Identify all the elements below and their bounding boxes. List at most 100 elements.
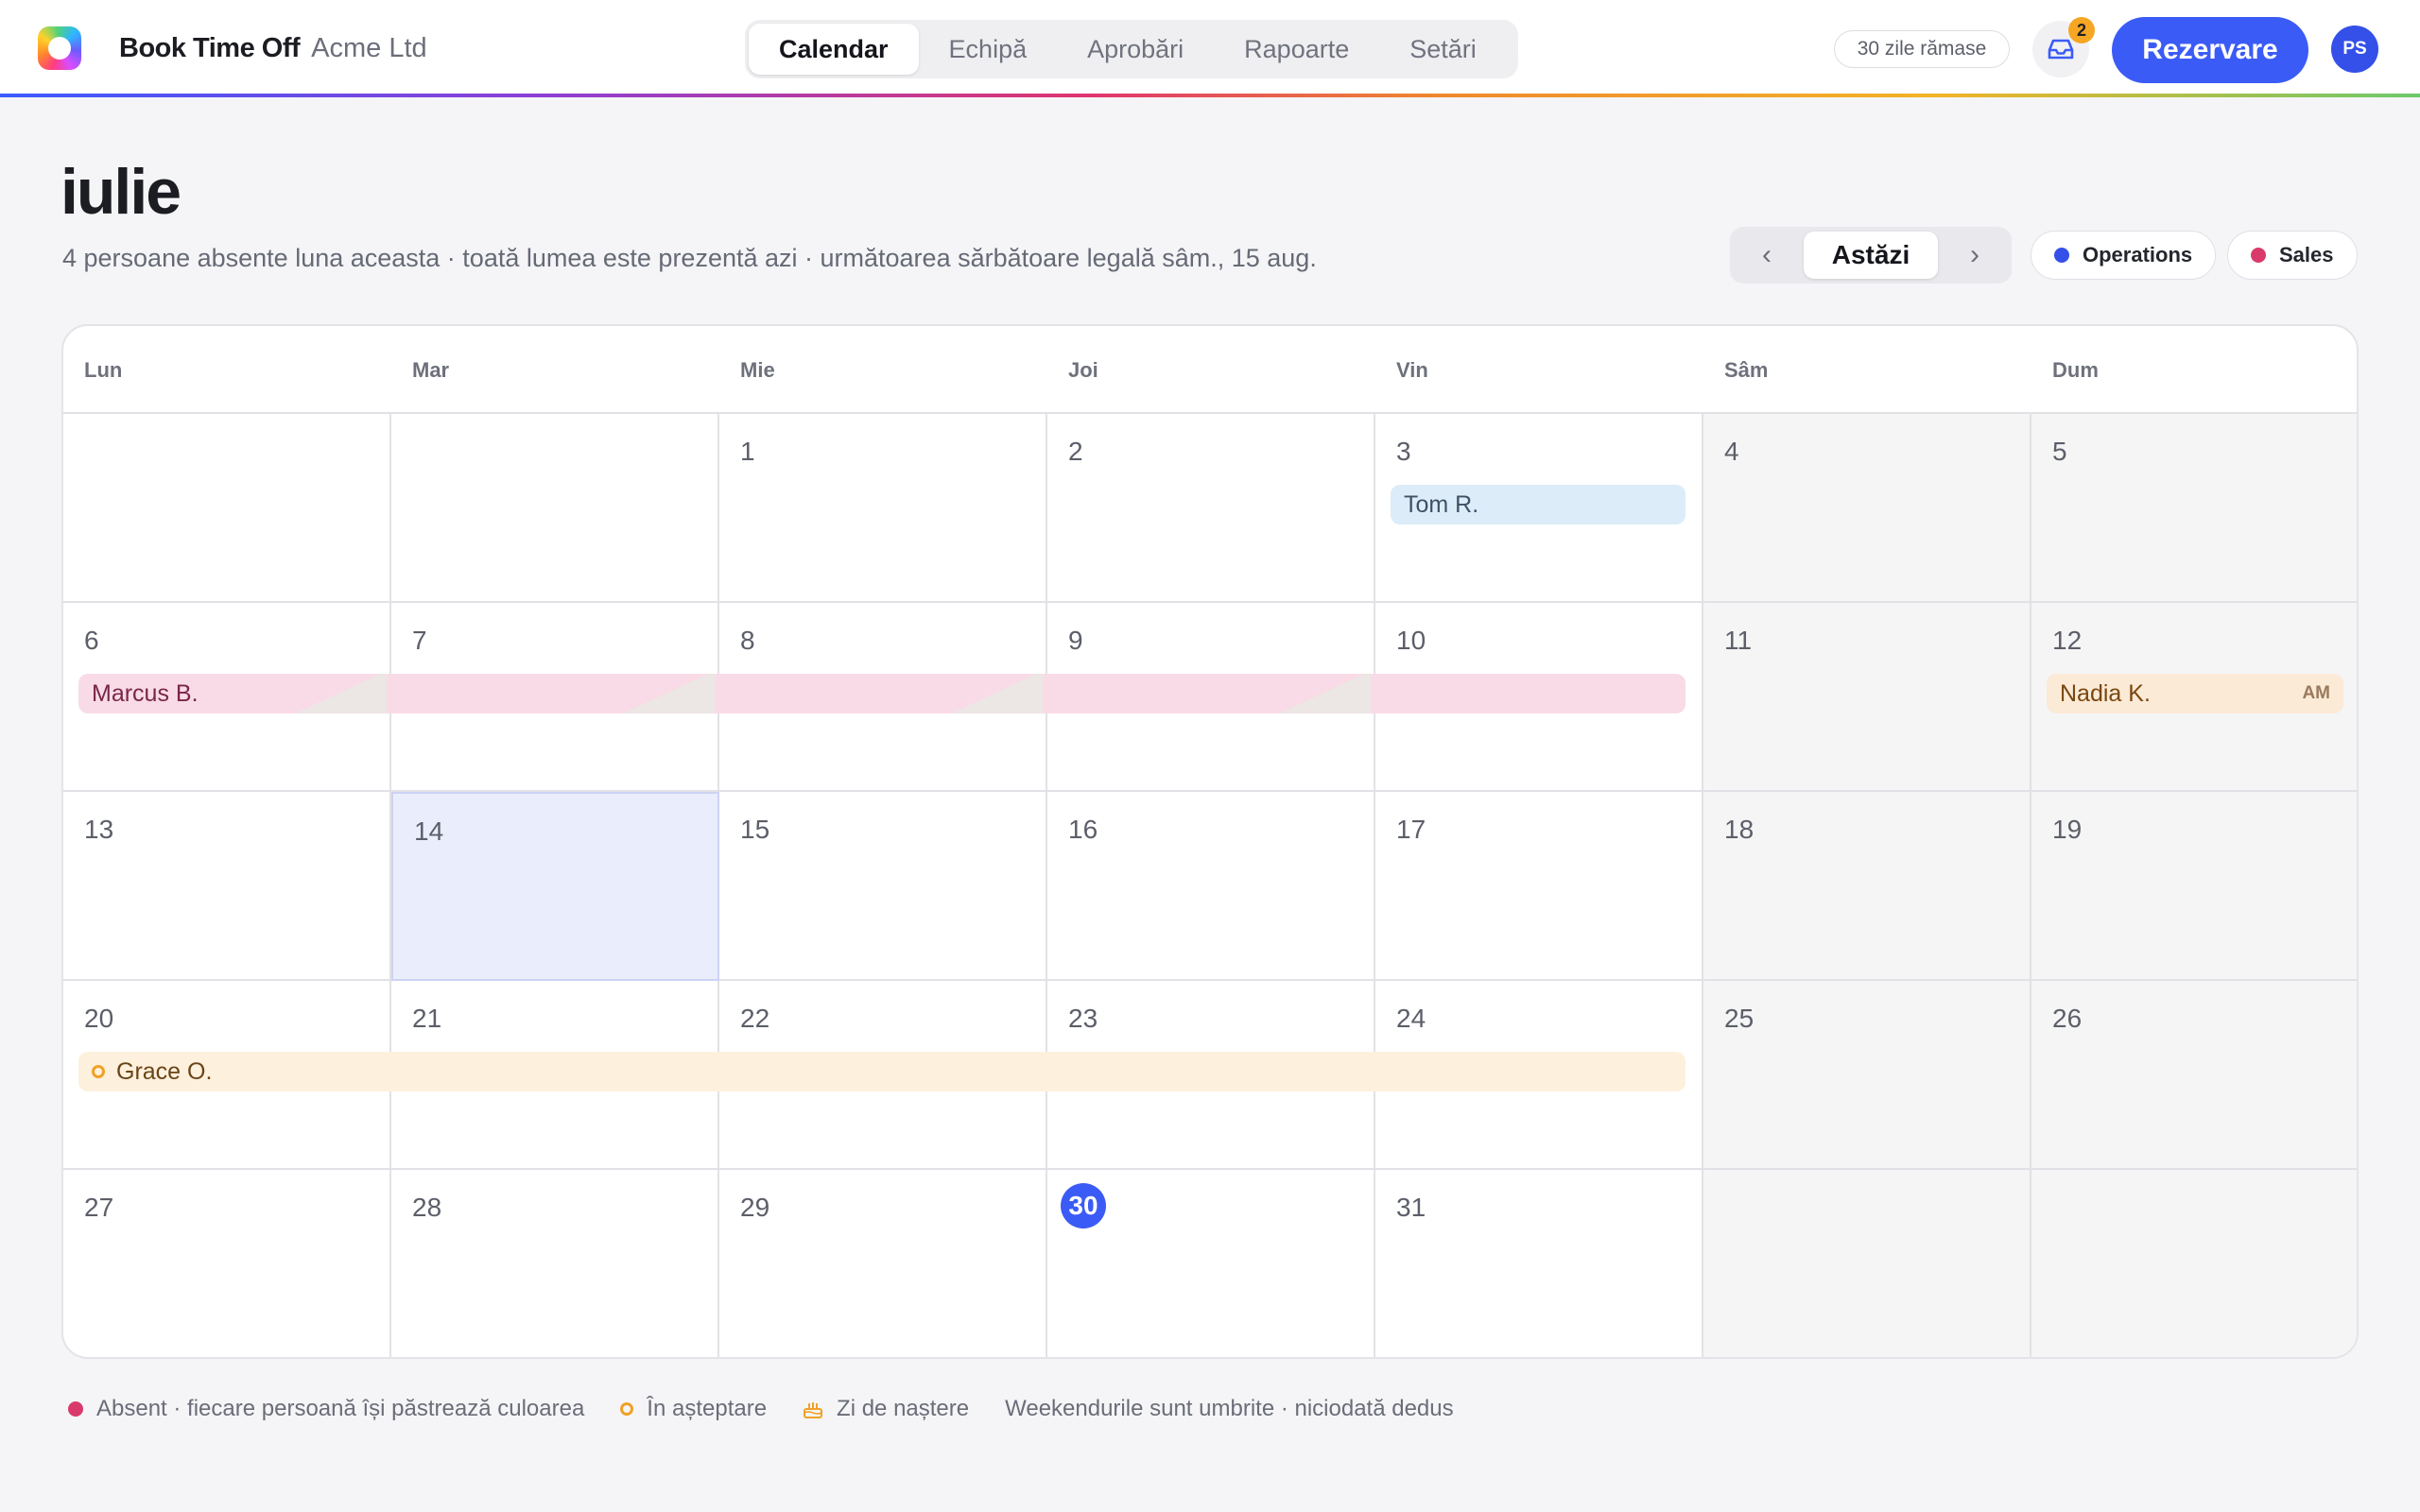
brand[interactable]: Book Time Off Acme Ltd — [38, 26, 427, 70]
day-number: 14 — [414, 816, 444, 846]
tab-team[interactable]: Echipă — [919, 24, 1058, 75]
weekday-label: Mie — [740, 358, 775, 382]
day-cell[interactable]: 31 — [1375, 1170, 1703, 1357]
team-color-dot — [2251, 248, 2266, 263]
day-number: 8 — [740, 626, 755, 655]
top-bar: Book Time Off Acme Ltd Calendar Echipă A… — [0, 0, 2420, 97]
team-filter-label: Sales — [2279, 243, 2334, 266]
legend-birthday: Zi de naștere — [803, 1396, 969, 1422]
absent-dot — [68, 1401, 83, 1417]
day-cell[interactable]: 25 — [1703, 981, 2031, 1170]
day-cell[interactable]: 13 — [63, 792, 391, 981]
day-number: 24 — [1396, 1004, 1426, 1033]
day-number: 7 — [412, 626, 427, 655]
absence-person-name: Marcus B. — [92, 679, 199, 707]
book-time-off-button[interactable]: Rezervare — [2112, 17, 2308, 83]
day-cell[interactable]: 26 — [2031, 981, 2357, 1170]
day-number: 29 — [740, 1193, 770, 1222]
team-filter-sales[interactable]: Sales — [2227, 231, 2358, 280]
weekday-header: Lun Mar Mie Joi Vin Sâm Dum — [63, 326, 2357, 414]
day-number: 16 — [1068, 815, 1098, 844]
prev-month-button[interactable]: ‹ — [1730, 227, 1804, 284]
day-number: 11 — [1724, 626, 1753, 655]
day-number: 20 — [84, 1004, 114, 1033]
day-cell[interactable]: 1 — [719, 414, 1047, 603]
empty-day-cell — [2031, 1170, 2357, 1357]
tab-approvals[interactable]: Aprobări — [1057, 24, 1214, 75]
legend-note-label: Weekendurile sunt umbrite · niciodată de… — [1005, 1396, 1454, 1421]
absence-bar-tom[interactable]: Tom R. — [1391, 485, 1685, 524]
day-cell[interactable]: 30 — [1047, 1170, 1375, 1357]
team-filter-label: Operations — [2083, 243, 2193, 266]
day-cell[interactable]: 15 — [719, 792, 1047, 981]
half-day-stripe — [954, 674, 1043, 713]
day-cell[interactable]: 2 — [1047, 414, 1375, 603]
weekday-label: Lun — [84, 358, 123, 382]
day-number: 19 — [2052, 815, 2083, 844]
pending-status-icon — [92, 1065, 105, 1078]
day-number: 10 — [1396, 626, 1426, 655]
app-name: Book Time Off — [119, 32, 301, 63]
month-title: iulie — [60, 156, 182, 228]
day-number: 12 — [2052, 626, 2083, 655]
day-number: 26 — [2052, 1004, 2083, 1033]
cake-icon — [803, 1399, 823, 1419]
absence-person-name: Nadia K. — [2060, 679, 2151, 707]
day-number: 6 — [84, 626, 99, 655]
day-number: 5 — [2052, 437, 2067, 466]
day-cell[interactable]: 28 — [391, 1170, 719, 1357]
absence-bar-nadia[interactable]: Nadia K. AM — [2047, 674, 2343, 713]
absence-bar-grace[interactable]: Grace O. — [78, 1052, 1685, 1091]
half-day-stripe — [1282, 674, 1371, 713]
day-number: 22 — [740, 1004, 770, 1033]
day-number: 9 — [1068, 626, 1083, 655]
weekday-label: Mar — [412, 358, 450, 382]
rainbow-divider — [0, 94, 2420, 97]
absence-bar-marcus[interactable]: Marcus B. — [78, 674, 1685, 713]
month-calendar: Lun Mar Mie Joi Vin Sâm Dum 1 2 3 4 5 6 7 8 9 10 11 12 13 1… — [61, 324, 2359, 1359]
absence-person-name: Grace O. — [116, 1057, 213, 1085]
half-day-stripe — [626, 674, 715, 713]
day-number: 18 — [1724, 815, 1754, 844]
day-cell[interactable]: 14 — [391, 792, 719, 981]
inbox-count-badge: 2 — [2068, 17, 2095, 43]
day-number: 23 — [1068, 1004, 1098, 1033]
day-number: 21 — [412, 1004, 442, 1033]
legend-absent: Absent · fiecare persoană își păstrează … — [68, 1396, 584, 1422]
weekday-label: Dum — [2052, 358, 2099, 382]
day-cell[interactable]: 27 — [63, 1170, 391, 1357]
tab-reports[interactable]: Rapoarte — [1214, 24, 1379, 75]
today-day-number: 30 — [1061, 1183, 1106, 1228]
today-button[interactable]: Astăzi — [1804, 232, 1938, 279]
empty-day-cell — [1703, 1170, 2031, 1357]
org-name: Acme Ltd — [311, 32, 427, 63]
day-number: 27 — [84, 1193, 114, 1222]
day-cell[interactable]: 18 — [1703, 792, 2031, 981]
weekday-label: Sâm — [1724, 358, 1769, 382]
day-number: 31 — [1396, 1193, 1426, 1222]
day-cell[interactable]: 19 — [2031, 792, 2357, 981]
app-logo-icon — [38, 26, 81, 70]
day-cell[interactable]: 17 — [1375, 792, 1703, 981]
tab-calendar[interactable]: Calendar — [749, 24, 919, 75]
day-number: 13 — [84, 815, 114, 844]
day-cell[interactable]: 4 — [1703, 414, 2031, 603]
main-tabs: Calendar Echipă Aprobări Rapoarte Setări — [745, 20, 1518, 78]
team-filter-operations[interactable]: Operations — [2031, 231, 2217, 280]
day-cell[interactable]: 5 — [2031, 414, 2357, 603]
day-number: 25 — [1724, 1004, 1754, 1033]
next-month-button[interactable]: › — [1938, 227, 2012, 284]
day-number: 28 — [412, 1193, 442, 1222]
legend-note: Weekendurile sunt umbrite · niciodată de… — [1005, 1396, 1454, 1422]
empty-day-cell — [63, 414, 391, 603]
day-cell[interactable]: 29 — [719, 1170, 1047, 1357]
day-number: 2 — [1068, 437, 1083, 466]
day-cell[interactable]: 11 — [1703, 603, 2031, 792]
day-cell[interactable]: 16 — [1047, 792, 1375, 981]
legend-absent-label: Absent · fiecare persoană își păstrează … — [96, 1396, 585, 1421]
tab-settings[interactable]: Setări — [1379, 24, 1507, 75]
legend-pending-label: În așteptare — [647, 1396, 768, 1421]
calendar-legend: Absent · fiecare persoană își păstrează … — [68, 1395, 1490, 1423]
pending-dot — [620, 1402, 634, 1416]
avatar[interactable]: PS — [2331, 26, 2378, 73]
